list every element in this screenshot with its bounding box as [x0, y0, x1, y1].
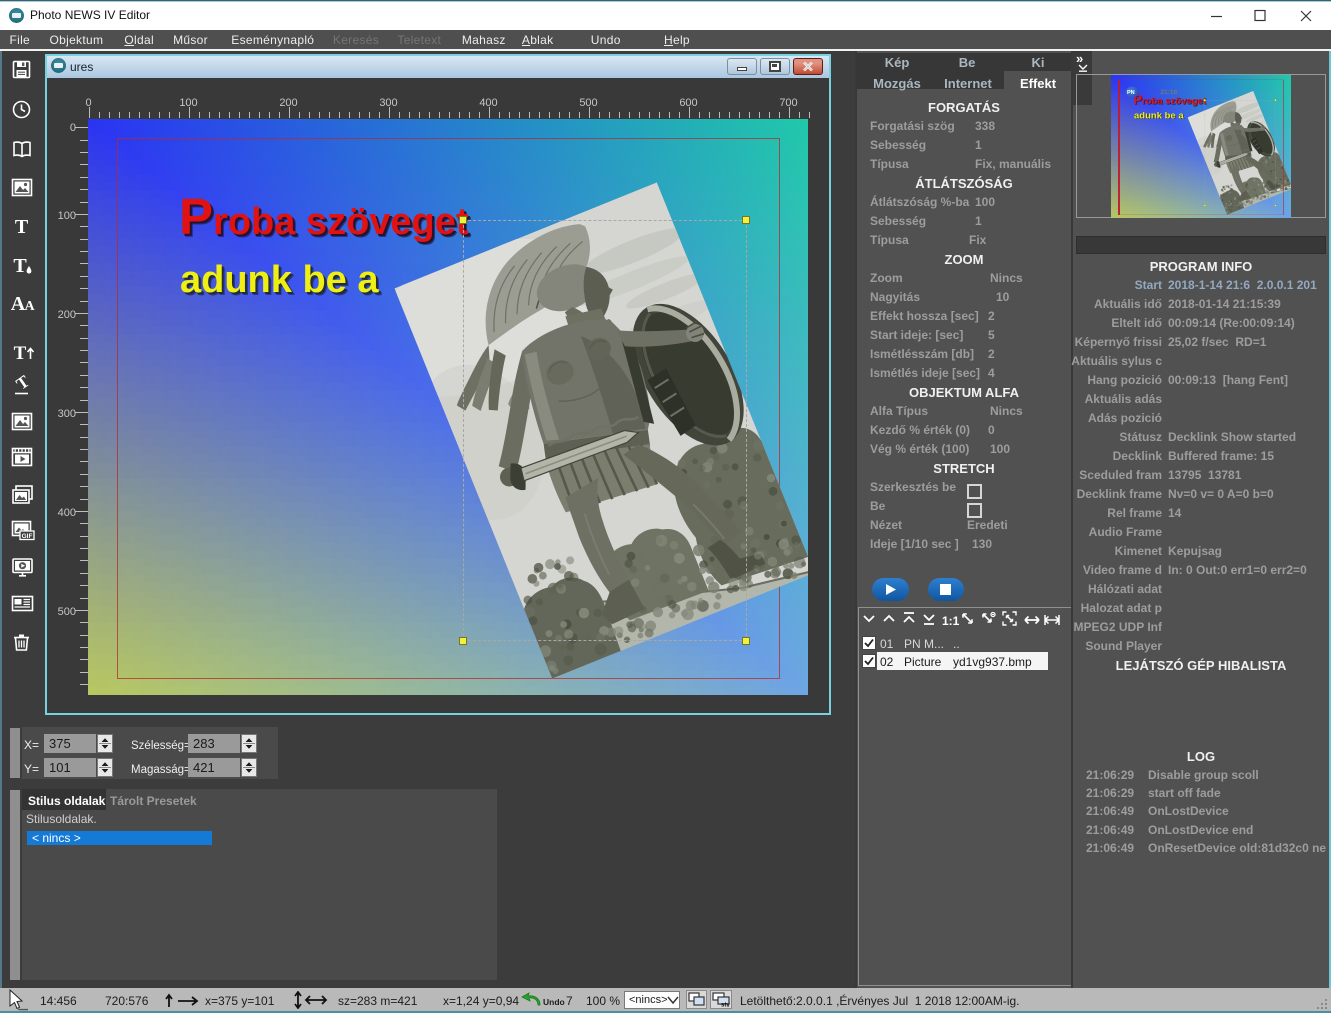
- svg-text:T: T: [13, 375, 34, 394]
- svg-text:sty: sty: [721, 1003, 730, 1008]
- svg-text:T: T: [13, 255, 27, 276]
- svg-text:GIF: GIF: [22, 533, 33, 540]
- svg-text:T: T: [14, 343, 27, 363]
- svg-text:T: T: [15, 216, 29, 237]
- svg-text:1:1: 1:1: [942, 614, 960, 628]
- svg-text:A: A: [24, 299, 35, 314]
